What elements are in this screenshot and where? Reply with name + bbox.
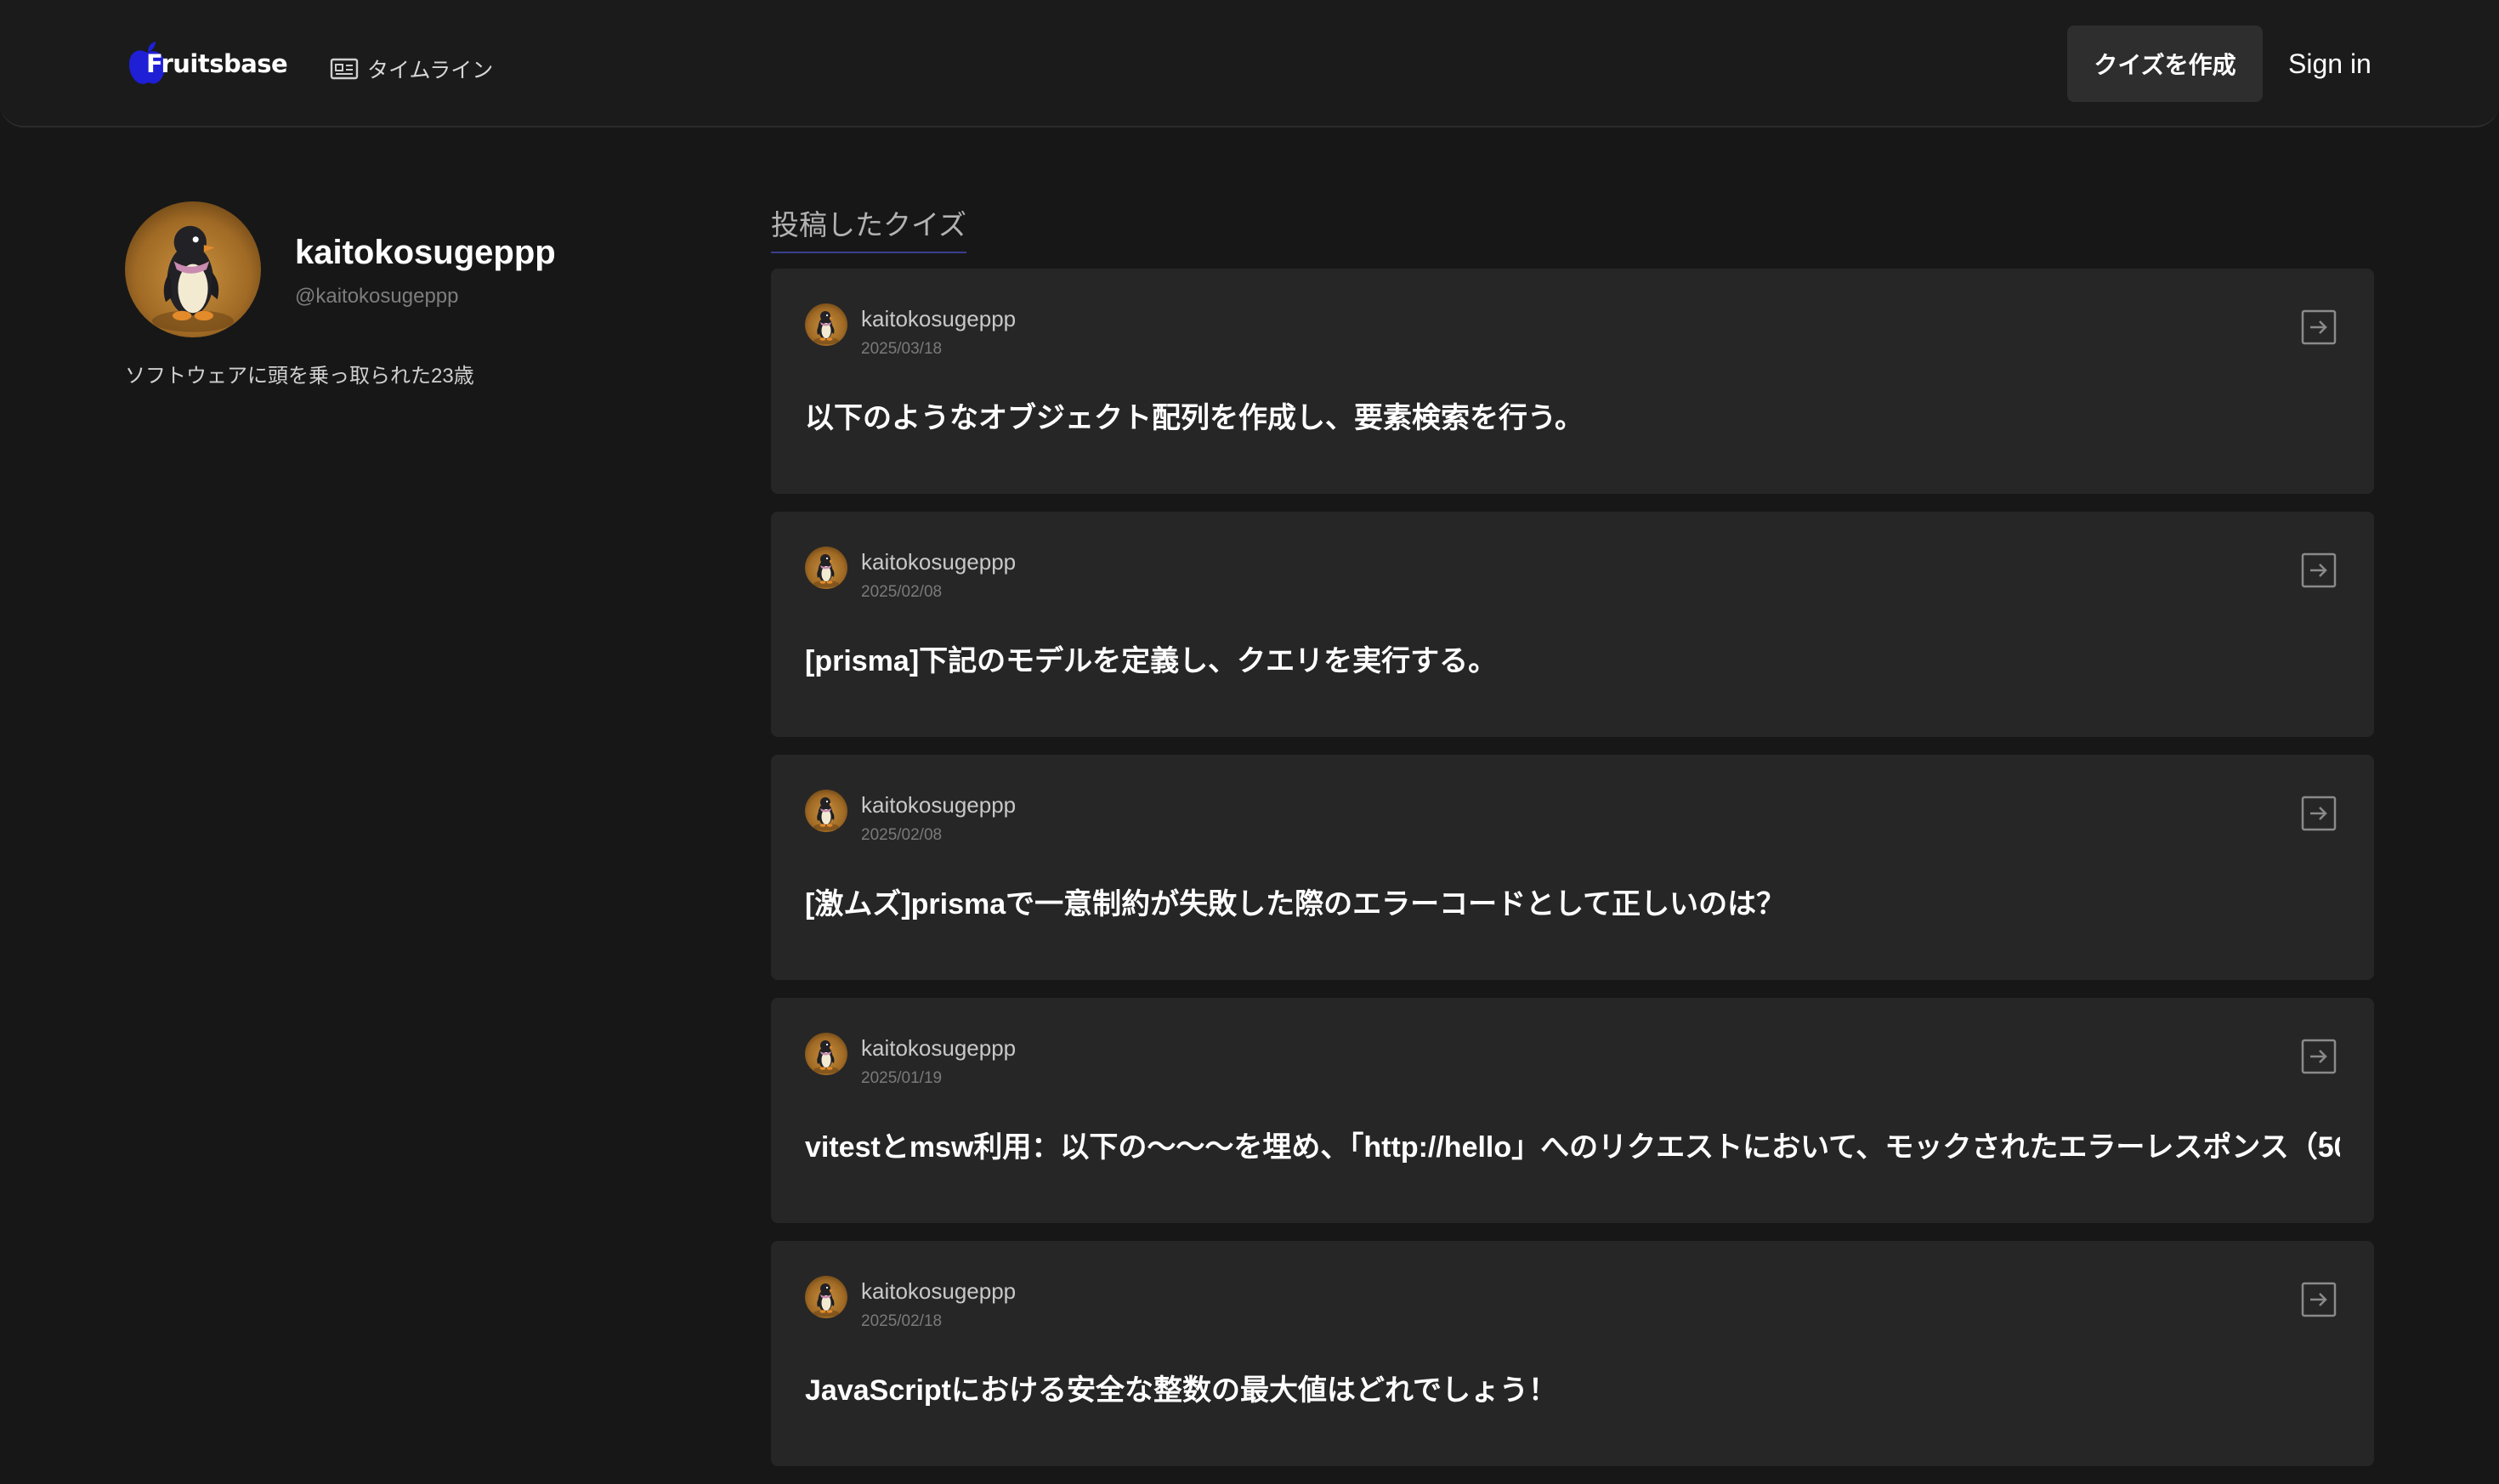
quiz-card[interactable]: kaitokosugeppp 2025/02/08 [prisma]下記のモデル… xyxy=(771,512,2374,737)
quiz-list: kaitokosugeppp 2025/03/18 以下のようなオブジェクト配列… xyxy=(771,269,2374,1484)
quiz-title[interactable]: 以下のようなオブジェクト配列を作成し、要素検索を行う。 xyxy=(805,394,2340,436)
tab-posted-quizzes[interactable]: 投稿したクイズ xyxy=(771,202,967,253)
profile-bio: ソフトウェアに頭を乗っ取られた23歳 xyxy=(125,365,474,388)
open-arrow-icon[interactable] xyxy=(2301,1039,2337,1074)
open-arrow-icon[interactable] xyxy=(2301,1282,2337,1317)
quiz-card[interactable]: kaitokosugeppp 2025/01/19 vitestとmsw利用：以… xyxy=(771,998,2374,1223)
open-arrow-icon[interactable] xyxy=(2301,309,2337,345)
nav-timeline-link[interactable]: タイムライン xyxy=(330,53,493,85)
quiz-author: kaitokosugeppp xyxy=(861,1278,1017,1304)
open-arrow-icon[interactable] xyxy=(2301,796,2337,831)
quiz-card[interactable]: kaitokosugeppp 2025/03/18 以下のようなオブジェクト配列… xyxy=(771,269,2374,494)
author-avatar xyxy=(805,547,847,589)
author-avatar xyxy=(805,303,847,346)
top-header: Fruitsbase タイムライン クイズを作成 Sign in xyxy=(0,0,2499,127)
penguin-avatar-icon xyxy=(805,790,847,832)
author-avatar xyxy=(805,1276,847,1318)
nav-timeline-label: タイムライン xyxy=(367,59,494,82)
quiz-date: 2025/01/19 xyxy=(861,1069,943,1087)
quiz-card[interactable]: kaitokosugeppp 2025/02/08 [激ムズ]prismaで一意… xyxy=(771,755,2374,980)
logo-text: Fruitsbase xyxy=(146,49,288,78)
quiz-title[interactable]: JavaScriptにおける安全な整数の最大値はどれでしょう！ xyxy=(805,1367,2340,1408)
quiz-author: kaitokosugeppp xyxy=(861,549,1017,575)
quiz-author: kaitokosugeppp xyxy=(861,306,1017,331)
penguin-avatar-icon xyxy=(125,201,261,337)
penguin-avatar-icon xyxy=(805,1033,847,1075)
profile-name: kaitokosugeppp xyxy=(295,234,556,271)
quiz-date: 2025/02/18 xyxy=(861,1312,943,1330)
quiz-title[interactable]: [激ムズ]prismaで一意制約が失敗した際のエラーコードとして正しいのは？ xyxy=(805,881,2340,922)
quiz-date: 2025/02/08 xyxy=(861,826,943,844)
quiz-date: 2025/03/18 xyxy=(861,340,943,358)
penguin-avatar-icon xyxy=(805,303,847,346)
quiz-card[interactable]: kaitokosugeppp 2025/02/18 JavaScriptにおける… xyxy=(771,1241,2374,1466)
profile-avatar xyxy=(125,201,261,337)
quiz-author: kaitokosugeppp xyxy=(861,792,1017,818)
quiz-title[interactable]: vitestとmsw利用：以下の〜〜〜を埋め、「http://hello」へのリ… xyxy=(805,1124,2340,1165)
quiz-title[interactable]: [prisma]下記のモデルを定義し、クエリを実行する。 xyxy=(805,637,2340,679)
sign-in-button[interactable]: Sign in xyxy=(2278,25,2382,102)
profile-handle: @kaitokosugeppp xyxy=(295,285,459,308)
author-avatar xyxy=(805,1033,847,1075)
open-arrow-icon[interactable] xyxy=(2301,552,2337,588)
penguin-avatar-icon xyxy=(805,1276,847,1318)
fruitsbase-logo[interactable]: Fruitsbase xyxy=(126,34,288,93)
newspaper-icon xyxy=(330,58,359,80)
quiz-date: 2025/02/08 xyxy=(861,583,943,601)
penguin-avatar-icon xyxy=(805,547,847,589)
quiz-author: kaitokosugeppp xyxy=(861,1035,1017,1061)
author-avatar xyxy=(805,790,847,832)
create-quiz-button[interactable]: クイズを作成 xyxy=(2067,25,2263,102)
